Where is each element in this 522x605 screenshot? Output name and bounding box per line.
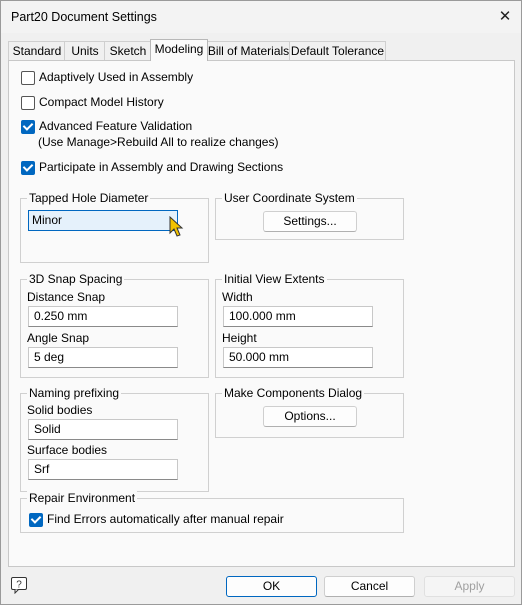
cancel-button[interactable]: Cancel xyxy=(324,576,415,597)
group-title: Initial View Extents xyxy=(222,272,327,286)
rebuild-note: (Use Manage>Rebuild All to realize chang… xyxy=(38,135,279,149)
angle-snap-input[interactable]: 5 deg xyxy=(28,347,178,368)
svg-text:?: ? xyxy=(16,580,22,591)
checkbox-label: Participate in Assembly and Drawing Sect… xyxy=(39,160,284,174)
title-bar: Part20 Document Settings ✕ xyxy=(1,1,521,33)
group-title: User Coordinate System xyxy=(222,191,357,205)
solid-bodies-input[interactable]: Solid xyxy=(28,419,178,440)
checkbox-box[interactable] xyxy=(21,96,35,110)
angle-snap-label: Angle Snap xyxy=(27,331,90,345)
document-settings-dialog: Part20 Document Settings ✕ Standard Unit… xyxy=(0,0,522,605)
ucs-settings-button[interactable]: Settings... xyxy=(263,211,357,232)
checkbox-box[interactable] xyxy=(21,120,35,134)
close-icon[interactable]: ✕ xyxy=(491,3,519,31)
checkbox-box[interactable] xyxy=(21,71,35,85)
checkbox-label: Advanced Feature Validation xyxy=(39,119,193,133)
solid-bodies-label: Solid bodies xyxy=(27,403,93,417)
make-components-options-button[interactable]: Options... xyxy=(263,406,357,427)
view-extents-group: Initial View Extents Width 100.000 mm He… xyxy=(215,272,404,378)
height-input[interactable]: 50.000 mm xyxy=(223,347,373,368)
checkbox-label: Compact Model History xyxy=(39,95,164,109)
distance-snap-label: Distance Snap xyxy=(27,290,106,304)
width-input[interactable]: 100.000 mm xyxy=(223,306,373,327)
group-title: Make Components Dialog xyxy=(222,386,365,400)
width-label: Width xyxy=(222,290,253,304)
ucs-group: User Coordinate System Settings... xyxy=(215,191,404,240)
tab-units[interactable]: Units xyxy=(64,41,106,60)
repair-environment-group: Repair Environment Find Errors automatic… xyxy=(20,491,404,533)
group-title: Tapped Hole Diameter xyxy=(27,191,151,205)
surface-bodies-label: Surface bodies xyxy=(27,443,108,457)
tab-standard[interactable]: Standard xyxy=(8,41,66,60)
distance-snap-input[interactable]: 0.250 mm xyxy=(28,306,178,327)
ok-button[interactable]: OK xyxy=(226,576,317,597)
group-title: Repair Environment xyxy=(27,491,138,505)
tapped-hole-combo[interactable]: Minor xyxy=(28,210,178,231)
tab-sketch[interactable]: Sketch xyxy=(104,41,152,60)
checkbox-box[interactable] xyxy=(21,161,35,175)
checkbox-label: Adaptively Used in Assembly xyxy=(39,70,194,84)
group-title: Naming prefixing xyxy=(27,386,122,400)
help-icon[interactable]: ? xyxy=(10,576,28,594)
checkbox-box[interactable] xyxy=(29,513,43,527)
tapped-hole-group: Tapped Hole Diameter Minor xyxy=(20,191,209,263)
naming-prefixing-group: Naming prefixing Solid bodies Solid Surf… xyxy=(20,386,209,492)
tab-modeling[interactable]: Modeling xyxy=(150,39,208,61)
modeling-tab-page: Adaptively Used in Assembly Compact Mode… xyxy=(8,60,515,567)
make-components-group: Make Components Dialog Options... xyxy=(215,386,404,438)
mouse-cursor-icon xyxy=(169,216,184,237)
height-label: Height xyxy=(222,331,257,345)
tab-default-tolerance[interactable]: Default Tolerance xyxy=(289,41,386,60)
checkbox-label: Find Errors automatically after manual r… xyxy=(47,512,284,526)
window-title: Part20 Document Settings xyxy=(11,10,157,24)
group-title: 3D Snap Spacing xyxy=(27,272,125,286)
snap-spacing-group: 3D Snap Spacing Distance Snap 0.250 mm A… xyxy=(20,272,209,378)
surface-bodies-input[interactable]: Srf xyxy=(28,459,178,480)
tab-bill-of-materials[interactable]: Bill of Materials xyxy=(206,41,291,60)
combo-value: Minor xyxy=(32,213,63,227)
apply-button[interactable]: Apply xyxy=(424,576,515,597)
